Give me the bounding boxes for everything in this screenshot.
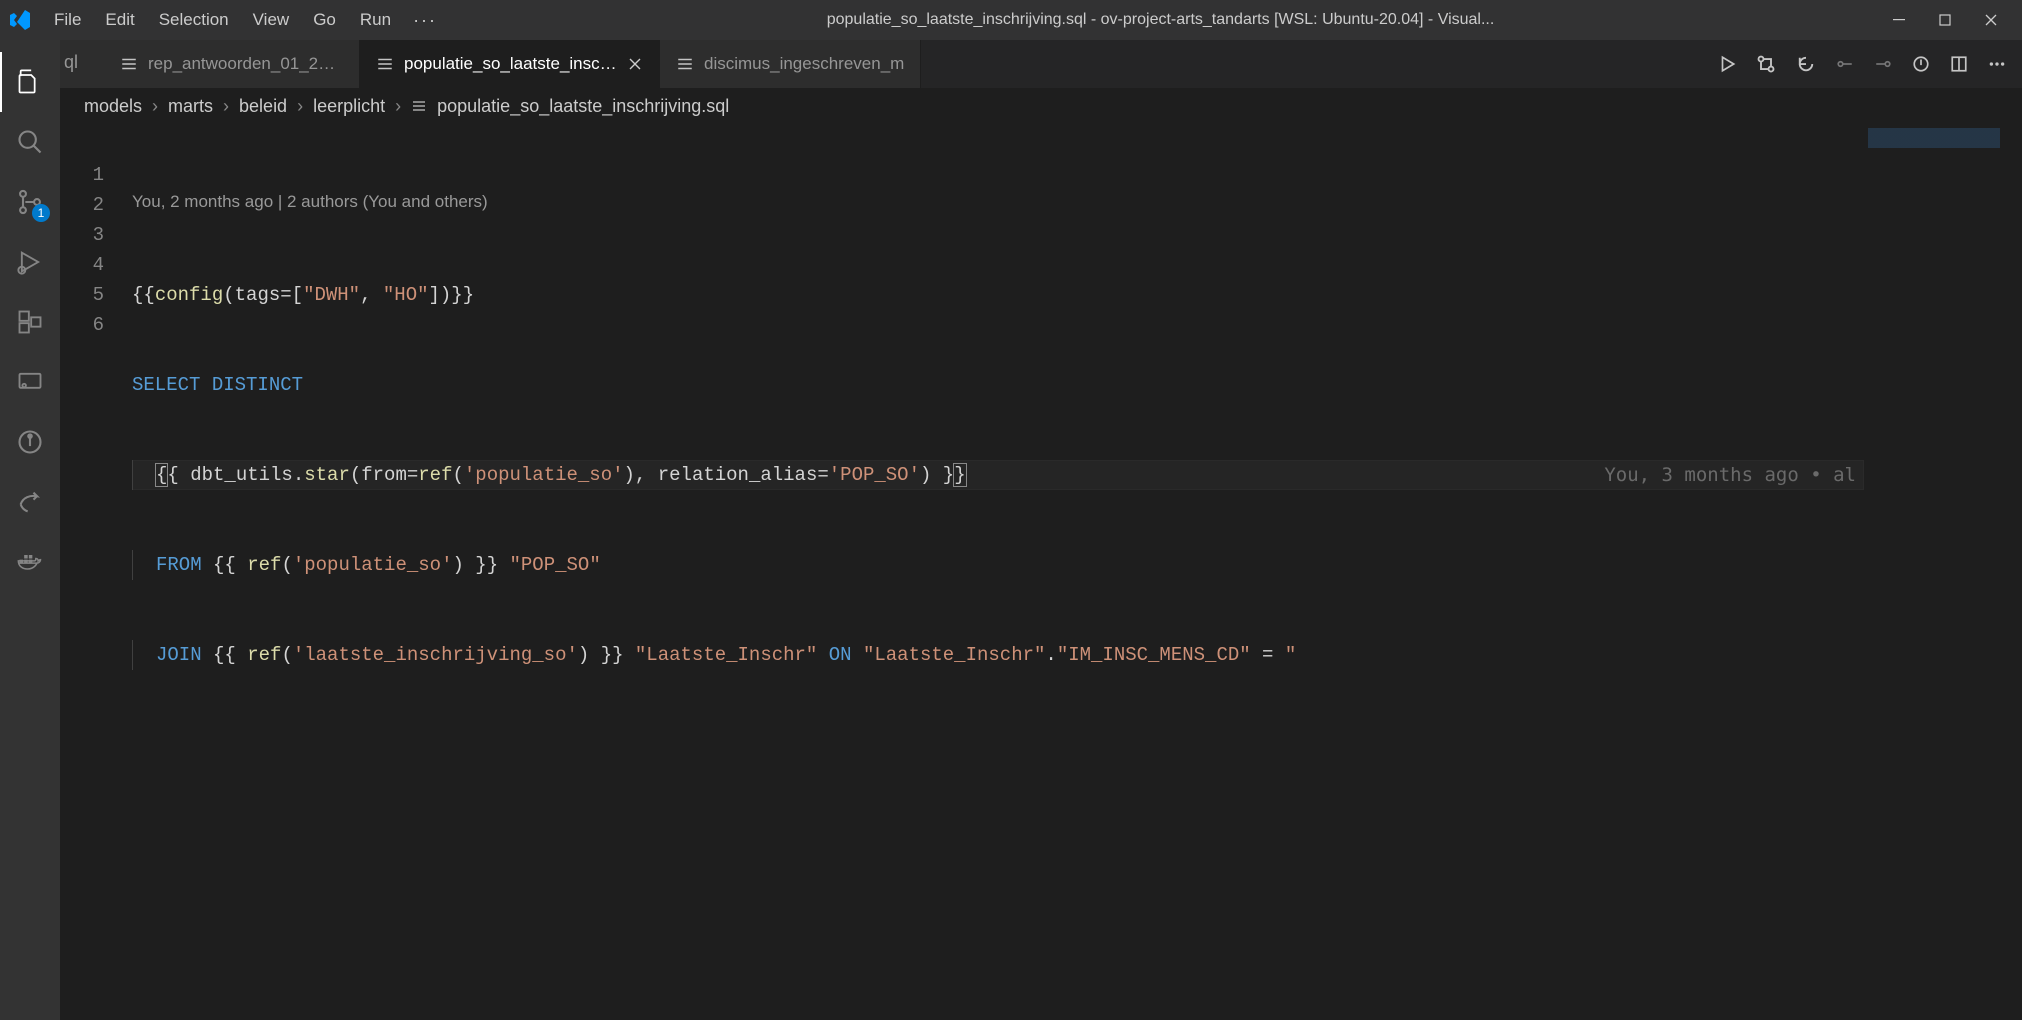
line-number: 6 (60, 310, 104, 340)
minimize-icon[interactable] (1876, 0, 1922, 40)
tab-discimus[interactable]: discimus_ingeschreven_m (660, 40, 921, 88)
code-line (132, 730, 1864, 760)
compare-icon[interactable] (1756, 54, 1776, 74)
line-numbers: 1 2 3 4 5 6 (60, 124, 132, 1020)
chevron-right-icon: › (297, 96, 303, 117)
chevron-right-icon: › (223, 96, 229, 117)
editor-body[interactable]: 1 2 3 4 5 6 You, 2 months ago | 2 author… (60, 124, 2022, 1020)
line-number: 5 (60, 280, 104, 310)
activity-explorer[interactable] (0, 52, 60, 112)
gitlens-inline-blame: You, 3 months ago • al (1604, 460, 1864, 490)
tab-rep-antwoorden[interactable]: rep_antwoorden_01_2013.sql (60, 40, 360, 88)
menu-go[interactable]: Go (303, 6, 346, 35)
activity-run-debug[interactable] (0, 232, 60, 292)
dbt-power-icon[interactable] (1912, 55, 1930, 73)
tab-label: populatie_so_laatste_inschrijving.sql (404, 54, 617, 74)
revert-icon[interactable] (1796, 54, 1816, 74)
menu-view[interactable]: View (243, 6, 300, 35)
code-line: SELECT DISTINCT (132, 370, 1864, 400)
tab-bar: rep_antwoorden_01_2013.sql populatie_so_… (60, 40, 2022, 88)
editor-area: rep_antwoorden_01_2013.sql populatie_so_… (60, 40, 2022, 1020)
code-line-current: {{ dbt_utils.star(from=ref('populatie_so… (132, 460, 1864, 490)
crumb-models[interactable]: models (84, 96, 142, 117)
activity-extensions[interactable] (0, 292, 60, 352)
maximize-icon[interactable] (1922, 0, 1968, 40)
activity-remote[interactable] (0, 352, 60, 412)
close-icon[interactable] (1968, 0, 2014, 40)
crumb-beleid[interactable]: beleid (239, 96, 287, 117)
sql-file-icon (411, 98, 427, 114)
tab-populatie-active[interactable]: populatie_so_laatste_inschrijving.sql (360, 40, 660, 88)
run-icon[interactable] (1718, 55, 1736, 73)
scm-badge: 1 (32, 204, 50, 222)
sql-file-icon (120, 55, 138, 73)
code-line: JOIN {{ ref('laatste_inschrijving_so') }… (132, 640, 1864, 670)
split-editor-icon[interactable] (1950, 55, 1968, 73)
activity-docker[interactable] (0, 532, 60, 592)
chevron-right-icon: › (152, 96, 158, 117)
menu-file[interactable]: File (44, 6, 91, 35)
menu-run[interactable]: Run (350, 6, 401, 35)
chevron-right-icon: › (395, 96, 401, 117)
window-controls (1876, 0, 2014, 40)
tab-label: discimus_ingeschreven_m (704, 54, 904, 74)
menubar: File Edit Selection View Go Run ··· (44, 6, 445, 35)
titlebar: File Edit Selection View Go Run ··· popu… (0, 0, 2022, 40)
line-number: 4 (60, 250, 104, 280)
minimap-viewport[interactable] (1868, 128, 2000, 148)
crumb-file[interactable]: populatie_so_laatste_inschrijving.sql (437, 96, 729, 117)
line-number: 2 (60, 190, 104, 220)
crumb-marts[interactable]: marts (168, 96, 213, 117)
prev-change-icon[interactable] (1836, 55, 1854, 73)
next-change-icon[interactable] (1874, 55, 1892, 73)
menu-selection[interactable]: Selection (149, 6, 239, 35)
more-actions-icon[interactable] (1988, 55, 2006, 73)
vscode-logo-icon (8, 8, 32, 32)
window-title: populatie_so_laatste_inschrijving.sql - … (445, 11, 1876, 29)
activity-git-graph[interactable] (0, 412, 60, 472)
sql-file-icon (676, 55, 694, 73)
line-number: 1 (60, 160, 104, 190)
tab-label: rep_antwoorden_01_2013.sql (148, 54, 343, 74)
activity-source-control[interactable]: 1 (0, 172, 60, 232)
minimap[interactable] (1864, 124, 2004, 1020)
line-number: 3 (60, 220, 104, 250)
activity-share[interactable] (0, 472, 60, 532)
crumb-leerplicht[interactable]: leerplicht (313, 96, 385, 117)
main: 1 rep_antwoorden_01_2013.sql (0, 40, 2022, 1020)
sql-file-icon (376, 55, 394, 73)
activity-bar: 1 (0, 40, 60, 1020)
code-line: {{config(tags=["DWH", "HO"])}} (132, 280, 1864, 310)
close-icon[interactable] (627, 56, 643, 72)
code-line: FROM {{ ref('populatie_so') }} "POP_SO" (132, 550, 1864, 580)
tab-overflow-left: ql (60, 40, 82, 85)
activity-search[interactable] (0, 112, 60, 172)
gitlens-codelens[interactable]: You, 2 months ago | 2 authors (You and o… (132, 184, 1864, 220)
menu-edit[interactable]: Edit (95, 6, 144, 35)
breadcrumb[interactable]: models › marts › beleid › leerplicht › p… (60, 88, 2022, 124)
code-content[interactable]: You, 2 months ago | 2 authors (You and o… (132, 124, 1864, 1020)
editor-actions (1702, 40, 2022, 88)
menu-more-icon[interactable]: ··· (405, 6, 445, 35)
scrollbar[interactable] (2004, 124, 2022, 1020)
